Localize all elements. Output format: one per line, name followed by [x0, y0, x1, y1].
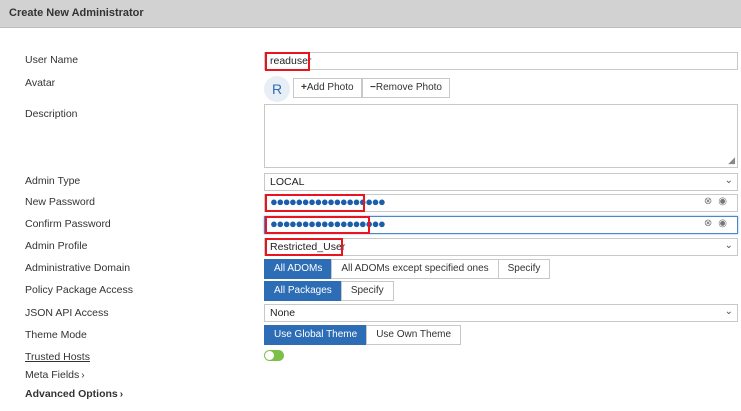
- use-global-theme-button[interactable]: Use Global Theme: [264, 325, 368, 345]
- admin-profile-label: Admin Profile: [25, 240, 88, 252]
- theme-mode-button-group: Use Global Theme Use Own Theme: [264, 325, 462, 345]
- avatar: R: [264, 76, 290, 102]
- administrative-domain-label: Administrative Domain: [25, 262, 131, 274]
- admin-type-value: LOCAL: [270, 176, 305, 188]
- avatar-label: Avatar: [25, 77, 56, 89]
- chevron-down-icon: ⌄: [724, 306, 733, 317]
- dialog-title-bar: Create New Administrator: [0, 0, 741, 28]
- remove-photo-label: Remove Photo: [375, 82, 442, 93]
- adom-all-button[interactable]: All ADOMs: [264, 259, 333, 279]
- resize-grip-icon[interactable]: ◢: [728, 156, 735, 165]
- confirm-password-highlight: [265, 216, 370, 234]
- adom-all-except-button[interactable]: All ADOMs except specified ones: [331, 259, 499, 279]
- confirm-password-label: Confirm Password: [25, 218, 111, 230]
- clear-and-show-password-icons[interactable]: ⊗◉: [704, 196, 733, 207]
- add-photo-label: Add Photo: [306, 82, 354, 93]
- package-specify-button[interactable]: Specify: [340, 281, 394, 301]
- admin-type-select[interactable]: LOCAL ⌄: [264, 173, 738, 191]
- advanced-options-expander[interactable]: Advanced Options ›: [25, 388, 123, 400]
- description-label: Description: [25, 108, 78, 120]
- meta-fields-label: Meta Fields: [25, 369, 80, 381]
- package-all-button[interactable]: All Packages: [264, 281, 342, 301]
- chevron-right-icon: ›: [119, 389, 124, 400]
- remove-photo-button[interactable]: −Remove Photo: [362, 78, 450, 98]
- advanced-options-label: Advanced Options: [25, 388, 118, 400]
- json-api-access-select[interactable]: None ⌄: [264, 304, 738, 322]
- use-own-theme-button[interactable]: Use Own Theme: [366, 325, 462, 345]
- policy-package-access-label: Policy Package Access: [25, 284, 133, 296]
- description-textarea[interactable]: ◢: [264, 104, 738, 168]
- new-password-highlight: [265, 194, 365, 212]
- adom-button-group: All ADOMs All ADOMs except specified one…: [264, 259, 551, 279]
- user-name-label: User Name: [25, 54, 79, 66]
- user-name-highlight: [265, 52, 310, 71]
- admin-type-label: Admin Type: [25, 175, 81, 187]
- new-password-label: New Password: [25, 196, 96, 208]
- theme-mode-label: Theme Mode: [25, 329, 87, 341]
- meta-fields-expander[interactable]: Meta Fields ›: [25, 369, 85, 381]
- add-photo-button[interactable]: +Add Photo: [293, 78, 362, 98]
- chevron-right-icon: ›: [81, 370, 85, 381]
- admin-profile-highlight: [265, 238, 343, 256]
- chevron-down-icon: ⌄: [724, 240, 733, 251]
- dialog-title: Create New Administrator: [9, 7, 144, 19]
- clear-and-show-password-icons[interactable]: ⊗◉: [704, 218, 733, 229]
- user-name-input[interactable]: readuser: [264, 52, 738, 70]
- policy-package-button-group: All Packages Specify: [264, 281, 394, 301]
- trusted-hosts-label[interactable]: Trusted Hosts: [25, 351, 90, 363]
- adom-specify-button[interactable]: Specify: [497, 259, 551, 279]
- toggle-knob: [265, 351, 274, 360]
- chevron-down-icon: ⌄: [724, 175, 733, 186]
- json-api-access-value: None: [270, 307, 296, 319]
- trusted-hosts-toggle[interactable]: [264, 350, 284, 361]
- json-api-access-label: JSON API Access: [25, 307, 109, 319]
